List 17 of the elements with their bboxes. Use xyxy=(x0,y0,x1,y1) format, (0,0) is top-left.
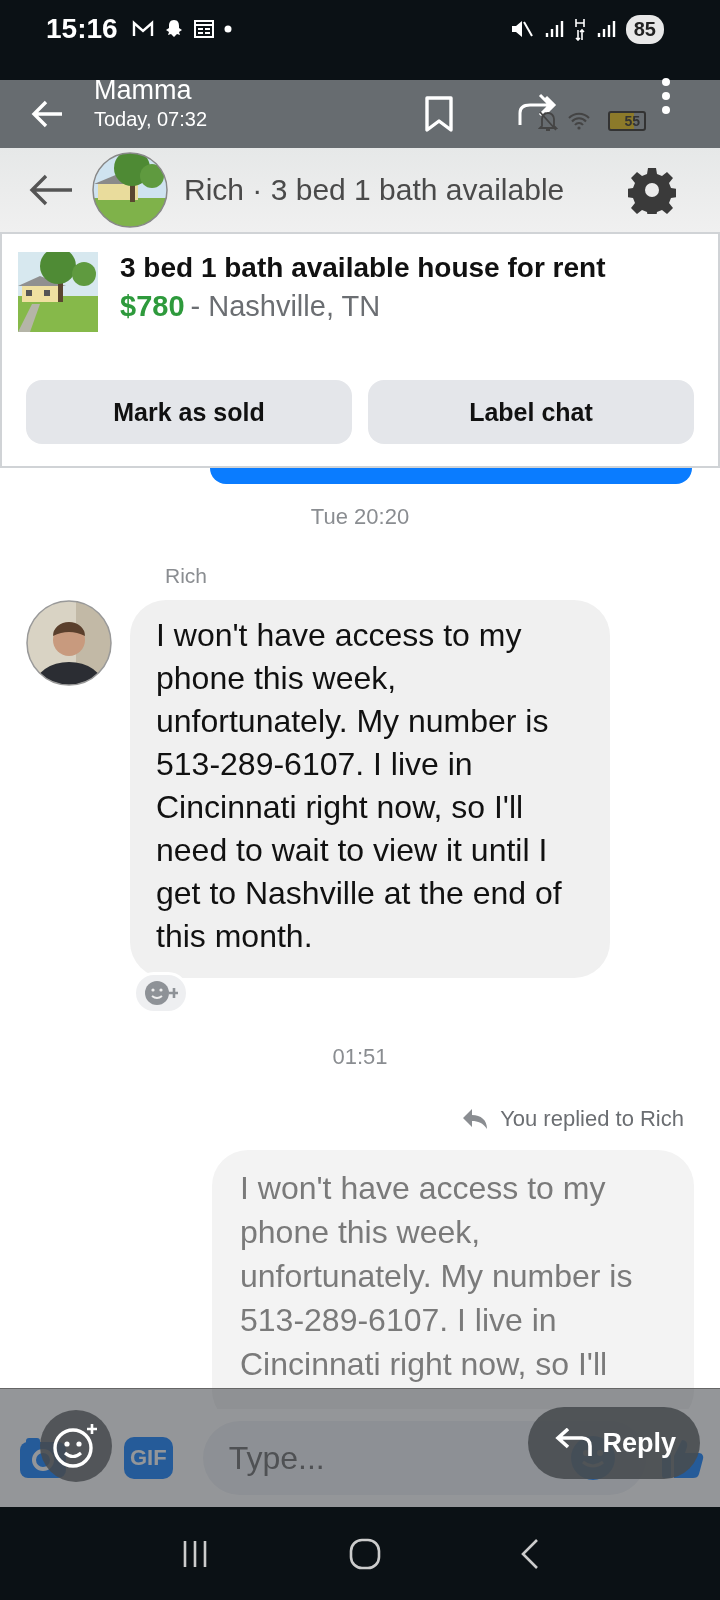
timestamp: 01:51 xyxy=(332,1044,388,1070)
chat-title: Rich · 3 bed 1 bath available xyxy=(184,173,565,207)
reply-button[interactable]: Reply xyxy=(528,1407,700,1479)
viewer-title: Mamma xyxy=(94,75,193,106)
listing-action-button[interactable]: Label chat xyxy=(368,380,694,444)
status-time: 15:16 xyxy=(46,13,118,45)
listing-location: - Nashville, TN xyxy=(190,290,381,323)
viewer-date: Today, 07:32 xyxy=(94,108,208,131)
listing-price: $780 xyxy=(120,290,185,323)
message-text: I won't have access to my phone this week, unfortunately. My number is 513-289-6107. I live in Cincinnati right now, so I'll need to wait to view it until I get to Nashville at the end of this month. xyxy=(156,617,562,954)
reply-note: You replied to Rich xyxy=(500,1106,684,1132)
timestamp: Tue 20:20 xyxy=(310,504,410,530)
listing-action-button[interactable]: Mark as sold xyxy=(26,380,352,444)
message-text: I won't have access to my phone this week, unfortunately. My number is 513-289-6107. I live in Cincinnati right now, so I'll xyxy=(240,1170,633,1382)
sender-name: Rich xyxy=(165,564,208,588)
battery-level: 85 xyxy=(625,14,664,44)
listing-title: 3 bed 1 bath available house for rent xyxy=(120,252,606,284)
